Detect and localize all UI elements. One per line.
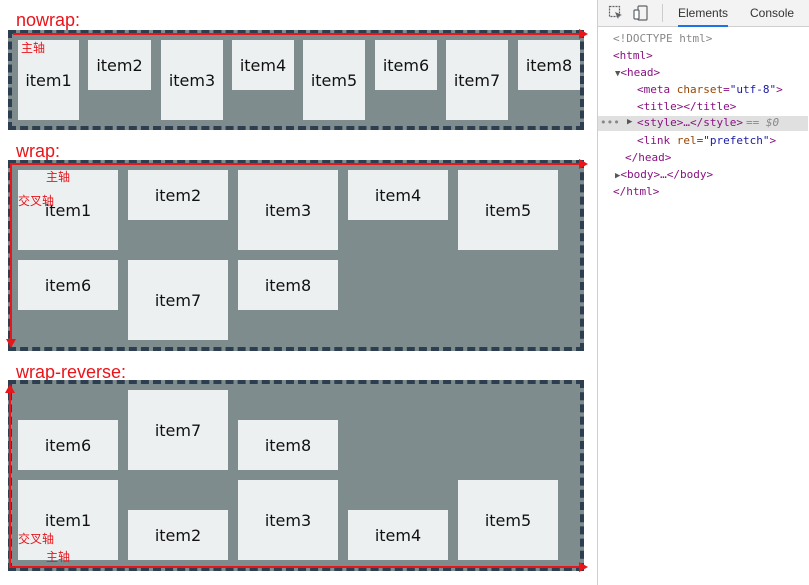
html-open-text: <html> bbox=[613, 49, 653, 62]
flex-item: item4 bbox=[348, 510, 448, 560]
flex-item: item5 bbox=[458, 480, 558, 560]
html-close-text: </html> bbox=[613, 185, 660, 198]
doctype-text: <!DOCTYPE html> bbox=[613, 32, 713, 45]
main-axis-arrowhead bbox=[579, 562, 588, 572]
dom-head-open[interactable]: ▼<head> bbox=[615, 66, 660, 79]
flex-item: item7 bbox=[128, 390, 228, 470]
cross-axis-arrow bbox=[10, 163, 12, 340]
cross-axis-label: 交叉轴 bbox=[18, 194, 55, 208]
dom-title[interactable]: <title></title> bbox=[637, 100, 736, 113]
flex-item: item8 bbox=[238, 260, 338, 310]
flex-item: item5 bbox=[303, 40, 365, 120]
dom-meta[interactable]: <meta charset="utf-8"> bbox=[637, 83, 783, 96]
more-options-icon[interactable]: ••• bbox=[600, 116, 620, 129]
style-tag-text: <style>…</style> bbox=[637, 116, 743, 129]
dom-html-open[interactable]: <html> bbox=[613, 49, 653, 62]
dom-html-close[interactable]: </html> bbox=[613, 185, 659, 198]
tab-elements[interactable]: Elements bbox=[678, 6, 729, 27]
flex-item: item8 bbox=[238, 420, 338, 470]
flex-item: item3 bbox=[161, 40, 223, 120]
flex-item: item3 bbox=[238, 170, 338, 250]
cross-axis-arrow bbox=[9, 392, 11, 568]
main-axis-label: 主轴 bbox=[21, 41, 46, 55]
dom-doctype[interactable]: <!DOCTYPE html> bbox=[613, 32, 712, 45]
flex-item: item7 bbox=[446, 40, 508, 120]
main-axis-arrowhead bbox=[579, 29, 588, 39]
devtools-toolbar: Elements Console bbox=[598, 0, 809, 27]
flex-container-wrap-reverse: item6 item7 item8 item1 item2 item3 item… bbox=[8, 380, 584, 571]
flex-item: item6 bbox=[375, 40, 437, 90]
flex-item: item2 bbox=[128, 170, 228, 220]
inspect-element-icon[interactable] bbox=[608, 5, 624, 21]
dom-link[interactable]: <link rel="prefetch"> bbox=[637, 134, 776, 147]
body-tag-text: <body>…</body> bbox=[620, 168, 714, 181]
flex-item: item4 bbox=[232, 40, 294, 90]
dom-body[interactable]: ▶<body>…</body> bbox=[615, 168, 713, 181]
link-val-text: "prefetch" bbox=[703, 134, 770, 147]
selected-node-marker: == $0 bbox=[746, 116, 780, 129]
meta-attr-text: charset bbox=[676, 83, 724, 96]
toolbar-divider bbox=[662, 4, 663, 22]
link-attr-text: rel bbox=[676, 134, 697, 147]
link-tag-text: link bbox=[643, 134, 671, 147]
main-axis-arrow bbox=[10, 566, 580, 568]
meta-tag-text: meta bbox=[643, 83, 671, 96]
head-close-text: </head> bbox=[625, 151, 672, 164]
main-axis-arrowhead bbox=[579, 159, 588, 169]
flex-item: item2 bbox=[88, 40, 151, 90]
device-toolbar-icon[interactable] bbox=[633, 5, 649, 21]
flex-item: item4 bbox=[348, 170, 448, 220]
devtools-panel: Elements Console <!DOCTYPE html> <html> … bbox=[597, 0, 809, 585]
flex-item: item6 bbox=[18, 260, 118, 310]
collapsed-triangle-icon[interactable]: ▶ bbox=[627, 117, 632, 127]
flex-item: item2 bbox=[128, 510, 228, 560]
tab-console[interactable]: Console bbox=[750, 6, 794, 20]
flex-container-nowrap: item1 item2 item3 item4 item5 item6 item… bbox=[8, 30, 584, 130]
flex-item: item3 bbox=[238, 480, 338, 560]
head-open-text: <head> bbox=[620, 66, 661, 79]
main-axis-label: 主轴 bbox=[46, 170, 71, 184]
section-title-wrap: wrap: bbox=[16, 141, 61, 161]
dom-head-close[interactable]: </head> bbox=[625, 151, 671, 164]
cross-axis-label: 交叉轴 bbox=[18, 532, 55, 546]
main-axis-label: 主轴 bbox=[46, 550, 71, 564]
main-axis-arrow bbox=[12, 163, 580, 165]
section-title-nowrap: nowrap: bbox=[16, 10, 81, 30]
cross-axis-arrowhead bbox=[6, 339, 16, 348]
flex-item: item5 bbox=[458, 170, 558, 250]
main-axis-arrow bbox=[13, 33, 580, 35]
dom-style-selected[interactable]: ••• ▶ <style>…</style> == $0 bbox=[598, 116, 808, 131]
flex-container-wrap: item1 item2 item3 item4 item5 item6 item… bbox=[8, 160, 584, 351]
meta-val-text: "utf-8" bbox=[729, 83, 777, 96]
title-tag-text: <title></title> bbox=[637, 100, 737, 113]
flex-item: item8 bbox=[518, 40, 580, 90]
page-preview: nowrap: item1 item2 item3 item4 item5 it… bbox=[0, 0, 597, 585]
flex-item: item6 bbox=[18, 420, 118, 470]
cross-axis-arrowhead bbox=[5, 384, 15, 393]
flex-item: item7 bbox=[128, 260, 228, 340]
